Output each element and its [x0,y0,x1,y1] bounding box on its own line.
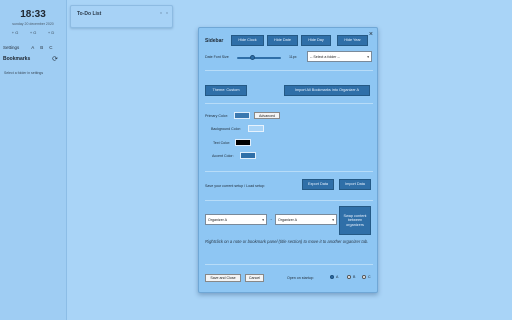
startup-radio-c[interactable] [362,275,366,279]
divider-1 [205,70,373,71]
organizer-left-value: Organizer A [208,217,227,222]
bookmarks-hint: Select a folder in settings [4,71,44,75]
startup-label-c: C [368,275,371,279]
date-text: sunday 20 december 2020 [12,22,54,26]
save-close-button[interactable]: Save and Close [205,274,241,282]
settings-modal: × Sidebar Hide Clock Hide Date Hide Day … [198,27,378,293]
cancel-button[interactable]: Cancel [245,274,264,282]
todo-minimize-icon[interactable]: x [160,10,162,15]
quick-links: + G + G + D [6,30,60,35]
todo-title[interactable]: To-Do List [77,11,101,17]
settings-opt-a[interactable]: A [31,45,34,50]
left-sidebar: 18:33 sunday 20 december 2020 + G + G + … [0,0,67,320]
chevron-down-icon: ▾ [262,217,264,222]
advanced-button[interactable]: Advanced [254,112,280,119]
startup-label-b: B [353,275,356,279]
organizer-right-value: Organizer A [278,217,297,222]
divider-4 [205,200,373,201]
text-color-swatch[interactable] [235,139,251,146]
startup-radio-b[interactable] [347,275,351,279]
hide-date-button[interactable]: Hide Date [267,35,298,46]
date-font-size-slider-thumb[interactable] [249,54,255,60]
date-font-size-label: Date Font Size [205,55,229,59]
chevron-down-icon: ▾ [367,54,369,59]
bookmarks-title: Bookmarks [3,56,31,62]
chevron-down-icon: ▾ [332,217,334,222]
primary-color-swatch[interactable] [234,112,250,119]
quick-link-2[interactable]: + G [30,30,37,35]
bookmarks-header: Bookmarks ⟳ [3,55,58,63]
accent-color-swatch[interactable] [240,152,256,159]
organizer-left-select[interactable]: Organizer A ▾ [205,214,267,225]
text-color-label: Text Color: [213,141,231,145]
export-data-button[interactable]: Export Data [302,179,334,190]
folder-select-value: -- Select a folder -- [310,54,340,59]
date-font-size-value: 11px [289,55,297,59]
settings-opt-b[interactable]: B [40,45,43,50]
date-font-size-slider[interactable] [237,57,281,59]
import-data-button[interactable]: Import Data [339,179,371,190]
clock: 18:33 [20,9,46,20]
hide-clock-button[interactable]: Hide Clock [231,35,264,46]
divider-3 [205,171,373,172]
hide-year-button[interactable]: Hide Year [337,35,368,46]
open-on-startup-label: Open on startup: [287,276,314,280]
import-bookmarks-button[interactable]: Import All Bookmarks into Organizer A [284,85,370,96]
startup-label-a: A [336,275,339,279]
background-color-swatch[interactable] [248,125,264,132]
close-icon[interactable]: × [369,31,373,38]
primary-color-label: Primary Color: [205,114,228,118]
quick-link-1[interactable]: + G [12,30,19,35]
todo-close-icon[interactable]: x [166,10,168,15]
refresh-icon[interactable]: ⟳ [52,55,58,63]
settings-row: Settings A B C [3,45,66,50]
theme-button[interactable]: Theme: Custom [205,85,247,96]
swap-content-button[interactable]: Swap content between organizers [339,206,371,235]
arrow-icon: → [269,217,273,221]
background-color-label: Background Color: [211,127,241,131]
quick-link-3[interactable]: + D [48,30,54,35]
hide-day-button[interactable]: Hide Day [301,35,331,46]
sidebar-label: Sidebar [205,38,224,44]
todo-panel[interactable]: To-Do List x x [70,5,173,28]
settings-opt-c[interactable]: C [49,45,52,50]
settings-label[interactable]: Settings [3,45,19,50]
divider-2 [205,103,373,104]
divider-5 [205,264,373,265]
move-note-text: Rightclick on a note or bookmark panel (… [205,239,369,244]
save-load-label: Save your current setup / Load setup: [205,184,265,188]
accent-color-label: Accent Color: [212,154,234,158]
startup-radio-a[interactable] [330,275,334,279]
organizer-right-select[interactable]: Organizer A ▾ [275,214,337,225]
folder-select[interactable]: -- Select a folder -- ▾ [307,51,372,62]
